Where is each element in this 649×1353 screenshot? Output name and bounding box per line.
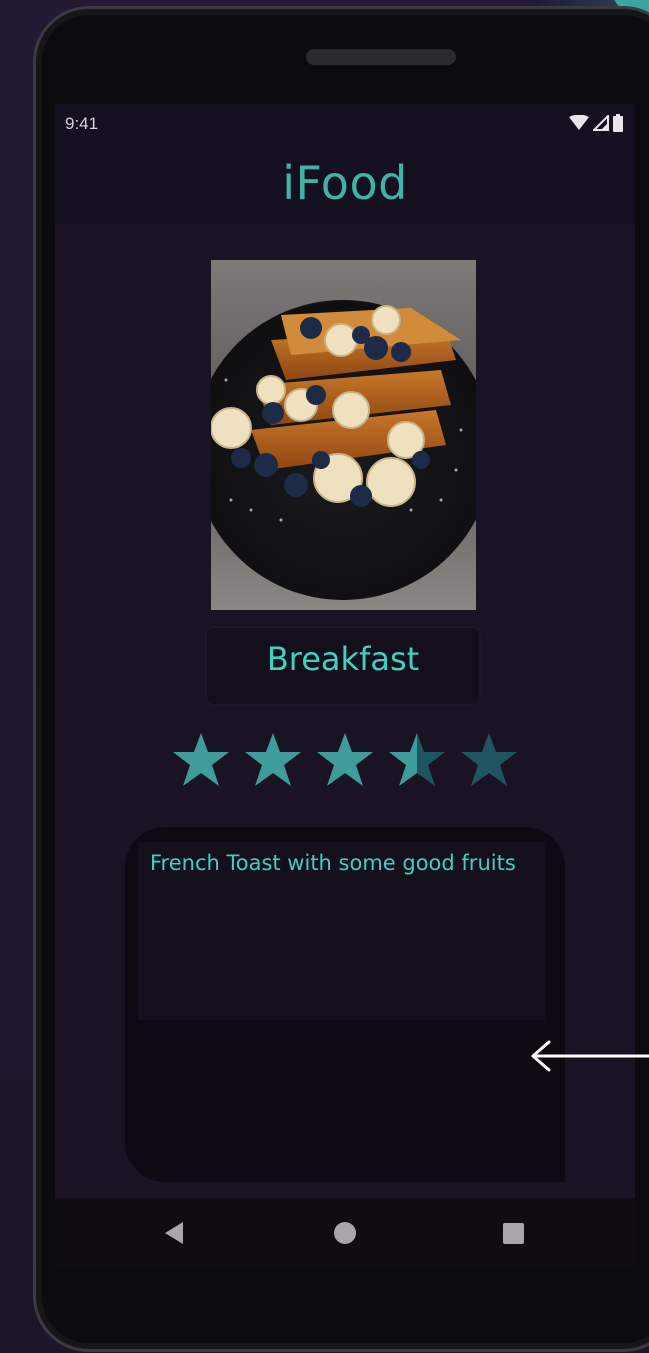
navigation-bar (55, 1198, 635, 1268)
rating-star[interactable] (461, 733, 517, 786)
rating-bar[interactable] (171, 730, 521, 792)
home-icon[interactable] (330, 1218, 360, 1248)
food-image (211, 260, 476, 610)
status-icons (569, 114, 623, 132)
description-card: French Toast with some good fruits (125, 827, 565, 1182)
left-arrow-icon (531, 1040, 649, 1072)
cellular-signal-icon (593, 115, 609, 131)
category-label-box[interactable]: Breakfast (205, 626, 481, 706)
status-bar: 9:41 (55, 104, 635, 148)
recents-icon[interactable] (498, 1218, 528, 1248)
rating-star[interactable] (389, 733, 445, 786)
wifi-icon (569, 115, 589, 130)
back-icon[interactable] (159, 1218, 189, 1248)
phone-speaker (306, 49, 456, 65)
app-title: iFood (282, 156, 408, 210)
rating-star[interactable] (245, 733, 301, 786)
description-text: French Toast with some good fruits (150, 851, 516, 875)
rating-star[interactable] (317, 733, 373, 786)
category-label: Breakfast (266, 640, 420, 678)
status-time: 9:41 (65, 114, 99, 133)
app-screen: 9:41 iFood Breakfast French Toast with s… (55, 104, 635, 1268)
app-bar: iFood (55, 148, 635, 224)
rating-star[interactable] (173, 733, 229, 786)
description-field[interactable]: French Toast with some good fruits (138, 842, 545, 1020)
battery-icon (613, 114, 623, 132)
